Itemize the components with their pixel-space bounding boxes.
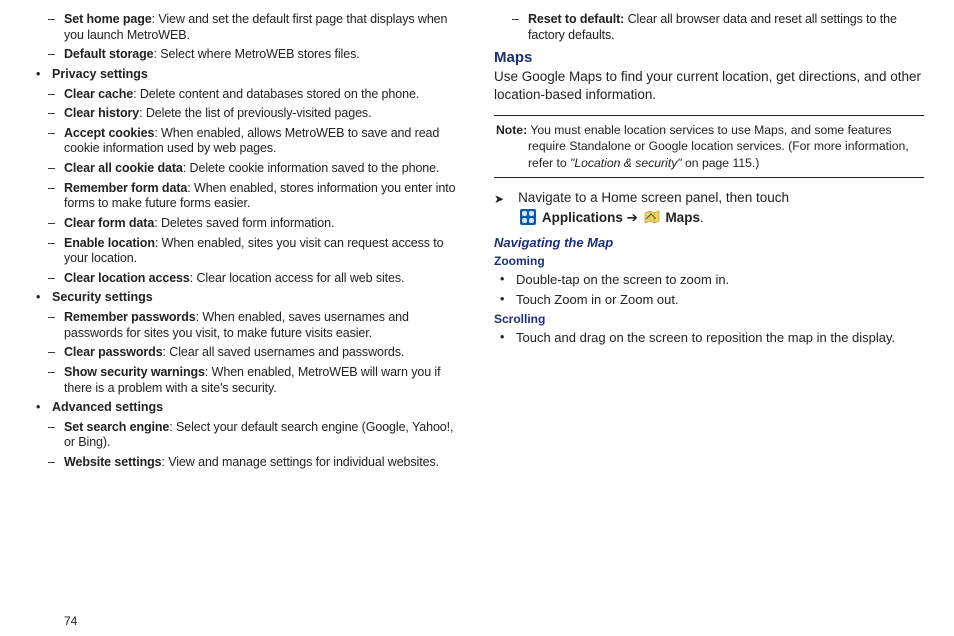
heading-privacy: • Privacy settings xyxy=(36,67,460,83)
nav-maps-label: Maps xyxy=(665,210,700,225)
dash-icon: – xyxy=(48,271,58,287)
zooming-heading: Zooming xyxy=(494,254,924,268)
item-default-storage: – Default storage: Select where MetroWEB… xyxy=(48,47,460,63)
heading-security: • Security settings xyxy=(36,290,460,306)
item-show-sec-warn: –Show security warnings: When enabled, M… xyxy=(48,365,460,396)
scrolling-heading: Scrolling xyxy=(494,312,924,326)
dash-icon: – xyxy=(48,181,58,212)
pointer-icon: ➤ xyxy=(494,188,504,208)
maps-heading: Maps xyxy=(494,49,924,66)
item-reset-default: – Reset to default: Clear all browser da… xyxy=(512,12,924,43)
navigating-map-heading: Navigating the Map xyxy=(494,235,924,250)
text: Touch and drag on the screen to repositi… xyxy=(516,330,924,346)
dash-icon: – xyxy=(48,87,58,103)
label: Remember form data xyxy=(64,181,187,195)
heading: Security settings xyxy=(52,290,153,304)
item-clear-history: –Clear history: Delete the list of previ… xyxy=(48,106,460,122)
dash-icon: – xyxy=(48,236,58,267)
desc: : Delete the list of previously-visited … xyxy=(139,106,371,120)
heading: Advanced settings xyxy=(52,400,163,414)
bullet-icon: • xyxy=(500,272,510,288)
item-set-search: –Set search engine: Select your default … xyxy=(48,420,460,451)
note-tail: on page 115.) xyxy=(682,156,760,170)
desc: : Clear location access for all web site… xyxy=(190,271,405,285)
note-quote: "Location & security" xyxy=(570,156,682,170)
desc: : Delete cookie information saved to the… xyxy=(183,161,440,175)
maps-icon xyxy=(644,209,660,225)
label: Website settings xyxy=(64,455,162,469)
nav-arrow: ➔ xyxy=(623,210,642,225)
note-box: Note: You must enable location services … xyxy=(494,115,924,178)
note-label: Note: xyxy=(496,123,527,137)
left-column: – Set home page: View and set the defaul… xyxy=(30,8,460,628)
scroll-item-1: • Touch and drag on the screen to reposit… xyxy=(500,330,924,346)
label: Clear location access xyxy=(64,271,190,285)
desc: : Delete content and databases stored on… xyxy=(133,87,419,101)
item-set-home: – Set home page: View and set the defaul… xyxy=(48,12,460,43)
desc: : Select where MetroWEB stores files. xyxy=(154,47,360,61)
dash-icon: – xyxy=(48,455,58,471)
label: Enable location xyxy=(64,236,155,250)
bullet-icon: • xyxy=(36,67,46,83)
label: Set search engine xyxy=(64,420,169,434)
label: Clear passwords xyxy=(64,345,163,359)
maps-intro: Use Google Maps to find your current loc… xyxy=(494,68,924,104)
applications-icon xyxy=(520,209,536,225)
dash-icon: – xyxy=(48,161,58,177)
label: Clear all cookie data xyxy=(64,161,183,175)
heading: Privacy settings xyxy=(52,67,148,81)
bullet-icon: • xyxy=(500,292,510,308)
page-number: 74 xyxy=(64,614,77,628)
nav-line-1: Navigate to a Home screen panel, then to… xyxy=(518,190,789,205)
nav-apps-label: Applications xyxy=(542,210,623,225)
bullet-icon: • xyxy=(36,290,46,306)
dash-icon: – xyxy=(512,12,522,43)
manual-page: – Set home page: View and set the defaul… xyxy=(0,0,954,636)
desc: : Deletes saved form information. xyxy=(154,216,334,230)
label: Reset to default: xyxy=(528,12,624,26)
dash-icon: – xyxy=(48,365,58,396)
label: Clear cache xyxy=(64,87,133,101)
item-clear-form: –Clear form data: Deletes saved form inf… xyxy=(48,216,460,232)
right-column: – Reset to default: Clear all browser da… xyxy=(494,8,924,628)
zoom-item-1: • Double-tap on the screen to zoom in. xyxy=(500,272,924,288)
text: Touch Zoom in or Zoom out. xyxy=(516,292,924,308)
label: Show security warnings xyxy=(64,365,205,379)
dash-icon: – xyxy=(48,420,58,451)
dash-icon: – xyxy=(48,126,58,157)
item-clear-cookies: –Clear all cookie data: Delete cookie in… xyxy=(48,161,460,177)
item-website-settings: –Website settings: View and manage setti… xyxy=(48,455,460,471)
label: Default storage xyxy=(64,47,154,61)
item-accept-cookies: –Accept cookies: When enabled, allows Me… xyxy=(48,126,460,157)
label: Accept cookies xyxy=(64,126,154,140)
bullet-icon: • xyxy=(500,330,510,346)
dash-icon: – xyxy=(48,310,58,341)
item-clear-location: –Clear location access: Clear location a… xyxy=(48,271,460,287)
heading-advanced: • Advanced settings xyxy=(36,400,460,416)
item-remember-pw: –Remember passwords: When enabled, saves… xyxy=(48,310,460,341)
bullet-icon: • xyxy=(36,400,46,416)
item-remember-form: –Remember form data: When enabled, store… xyxy=(48,181,460,212)
item-clear-cache: –Clear cache: Delete content and databas… xyxy=(48,87,460,103)
dash-icon: – xyxy=(48,47,58,63)
zoom-item-2: • Touch Zoom in or Zoom out. xyxy=(500,292,924,308)
dash-icon: – xyxy=(48,216,58,232)
note-first: You must enable location services to use… xyxy=(527,123,891,137)
label: Clear form data xyxy=(64,216,154,230)
dash-icon: – xyxy=(48,12,58,43)
dash-icon: – xyxy=(48,106,58,122)
desc: : View and manage settings for individua… xyxy=(162,455,439,469)
desc: : Clear all saved usernames and password… xyxy=(163,345,405,359)
nav-instruction: ➤ Navigate to a Home screen panel, then … xyxy=(494,188,924,229)
item-enable-location: –Enable location: When enabled, sites yo… xyxy=(48,236,460,267)
nav-period: . xyxy=(700,210,704,225)
dash-icon: – xyxy=(48,345,58,361)
label: Set home page xyxy=(64,12,152,26)
label: Clear history xyxy=(64,106,139,120)
label: Remember passwords xyxy=(64,310,196,324)
text: Double-tap on the screen to zoom in. xyxy=(516,272,924,288)
item-clear-pw: –Clear passwords: Clear all saved userna… xyxy=(48,345,460,361)
